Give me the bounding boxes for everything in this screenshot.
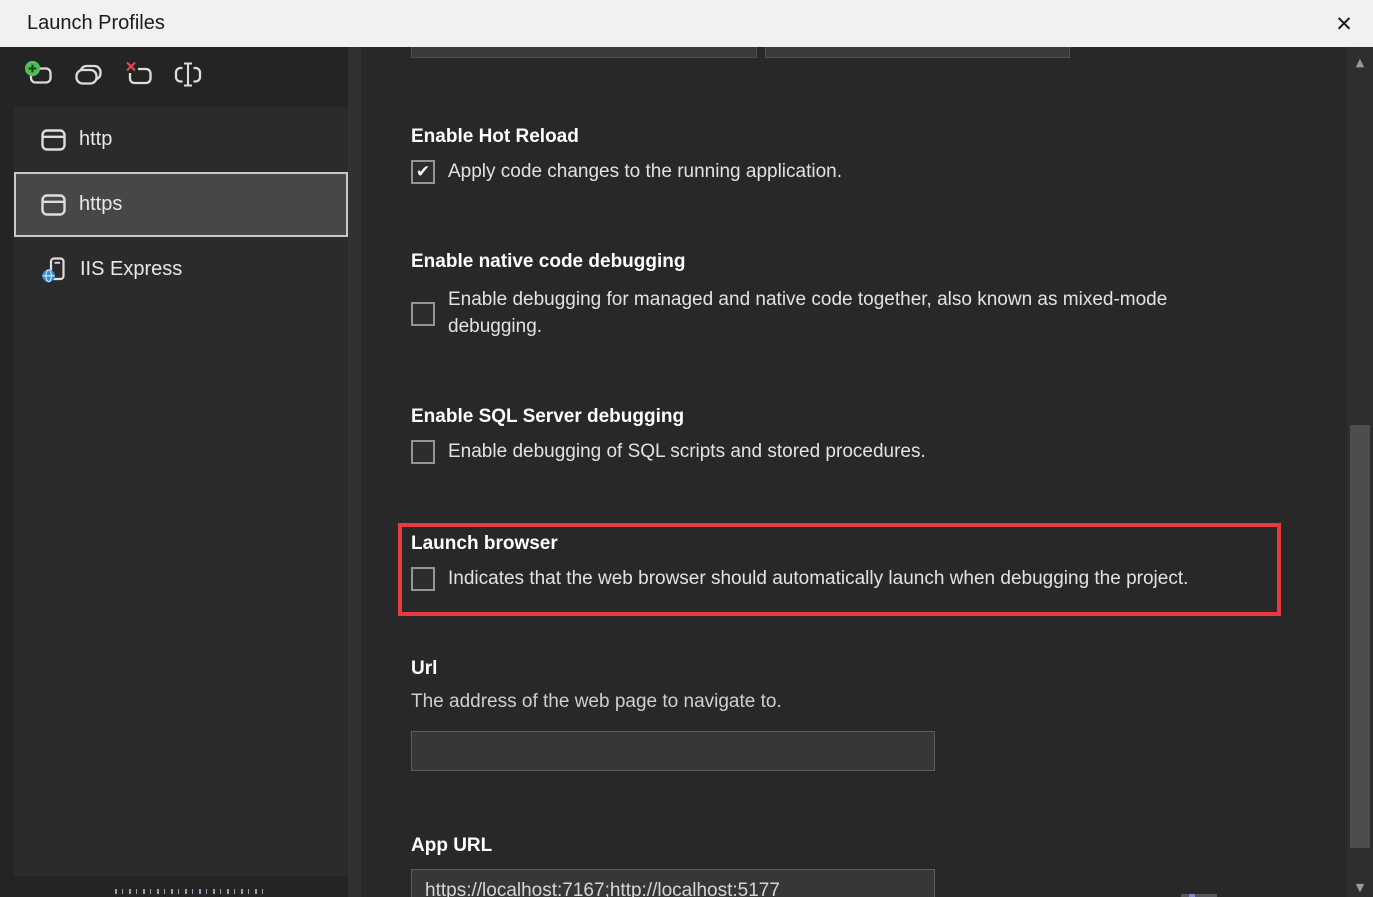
- delete-profile-icon: [124, 60, 152, 88]
- profile-item-iis-express[interactable]: IIS Express: [14, 237, 348, 302]
- launch-browser-heading: Launch browser: [411, 533, 558, 555]
- close-icon: ✕: [1335, 12, 1353, 36]
- clipped-input-right[interactable]: [765, 47, 1070, 58]
- duplicate-profile-icon: [74, 60, 102, 88]
- hot-reload-heading: Enable Hot Reload: [411, 126, 579, 148]
- duplicate-profile-button[interactable]: [74, 60, 102, 88]
- profile-item-https[interactable]: https: [14, 172, 348, 237]
- vertical-scrollbar[interactable]: ▲ ▼: [1347, 47, 1373, 897]
- launch-browser-checkbox-label[interactable]: Indicates that the web browser should au…: [448, 566, 1188, 593]
- scroll-up-arrow-icon[interactable]: ▲: [1347, 56, 1373, 69]
- titlebar: Launch Profiles ✕: [0, 0, 1373, 47]
- new-profile-icon: [24, 60, 52, 88]
- new-profile-button[interactable]: [24, 60, 52, 88]
- sql-debug-row: Enable debugging of SQL scripts and stor…: [411, 439, 926, 466]
- sql-debug-heading: Enable SQL Server debugging: [411, 406, 684, 428]
- native-debug-heading: Enable native code debugging: [411, 251, 685, 273]
- launch-browser-row: Indicates that the web browser should au…: [411, 566, 1188, 593]
- url-input[interactable]: [411, 731, 935, 771]
- profile-label: IIS Express: [80, 258, 182, 281]
- hot-reload-row: ✔ Apply code changes to the running appl…: [411, 159, 842, 186]
- dialog-title: Launch Profiles: [27, 0, 165, 47]
- url-heading: Url: [411, 658, 437, 680]
- scrollbar-thumb[interactable]: [1350, 425, 1370, 848]
- browser-window-icon: [41, 129, 66, 151]
- browser-window-icon: [41, 194, 66, 216]
- hot-reload-checkbox[interactable]: ✔: [411, 160, 435, 184]
- sql-debug-checkbox-label[interactable]: Enable debugging of SQL scripts and stor…: [448, 439, 926, 466]
- delete-profile-button[interactable]: [124, 60, 152, 88]
- profile-settings-panel: Enable Hot Reload ✔ Apply code changes t…: [361, 47, 1347, 897]
- app-url-heading: App URL: [411, 835, 492, 857]
- profile-item-http[interactable]: http: [14, 107, 348, 172]
- clipped-text-fragment: [115, 889, 265, 894]
- native-debug-checkbox-label[interactable]: Enable debugging for managed and native …: [448, 287, 1256, 341]
- native-debug-row: Enable debugging for managed and native …: [411, 287, 1256, 341]
- hot-reload-checkbox-label[interactable]: Apply code changes to the running applic…: [448, 159, 842, 186]
- launch-browser-checkbox[interactable]: [411, 567, 435, 591]
- iis-express-server-globe-icon: [41, 257, 67, 283]
- app-url-input[interactable]: [411, 869, 935, 897]
- rename-profile-button[interactable]: [174, 60, 202, 88]
- profile-list: http https IIS Ex: [14, 107, 348, 876]
- profile-label: http: [79, 128, 112, 151]
- profiles-sidebar: http https IIS Ex: [0, 47, 348, 897]
- native-debug-checkbox[interactable]: [411, 302, 435, 326]
- sql-debug-checkbox[interactable]: [411, 440, 435, 464]
- sidebar-splitter[interactable]: [348, 47, 361, 897]
- url-description: The address of the web page to navigate …: [411, 691, 782, 713]
- checkmark-icon: ✔: [416, 164, 430, 181]
- rename-profile-icon: [174, 60, 202, 88]
- close-button[interactable]: ✕: [1315, 0, 1373, 47]
- scroll-down-arrow-icon[interactable]: ▼: [1347, 881, 1373, 894]
- clipped-input-left[interactable]: [411, 47, 757, 58]
- profile-label: https: [79, 193, 122, 216]
- launch-profiles-dialog: Launch Profiles ✕: [0, 0, 1373, 897]
- profiles-toolbar: [24, 60, 202, 88]
